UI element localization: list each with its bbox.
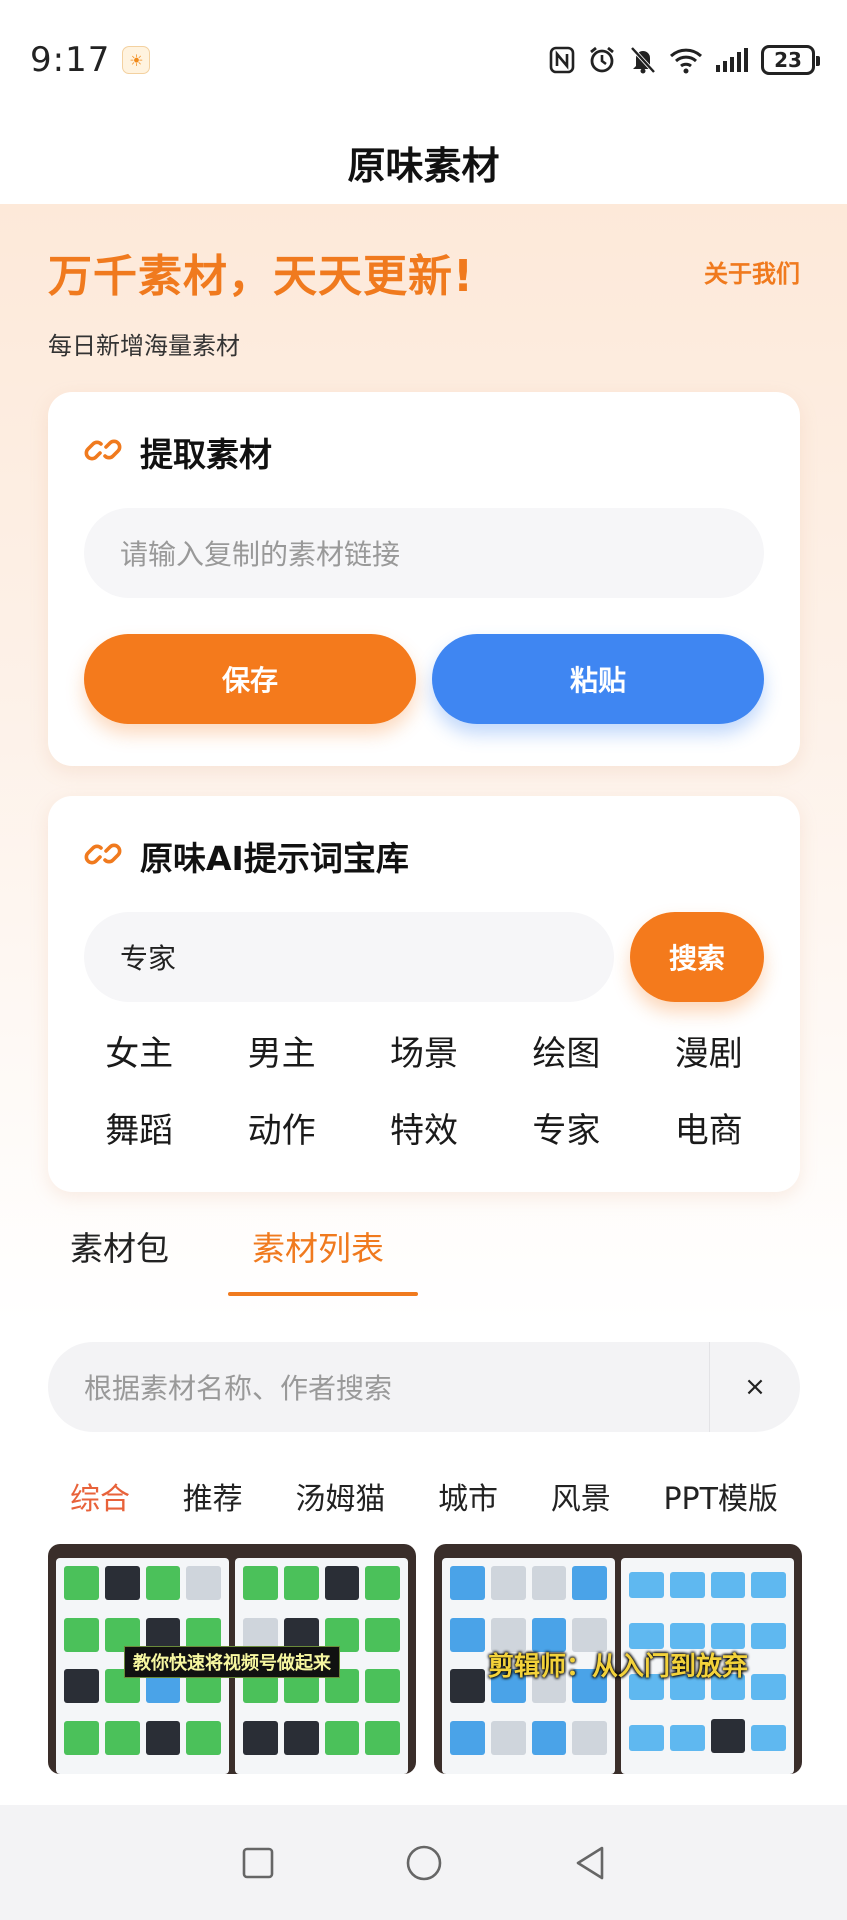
card-header: 原味AI提示词宝库 [84,832,409,880]
hero-section: 万千素材，天天更新! 关于我们 每日新增海量素材 [48,240,800,361]
link-icon [84,431,122,473]
material-search-bar: 根据素材名称、作者搜索 × [48,1342,800,1432]
wifi-icon [669,46,703,74]
system-nav-bar [0,1805,847,1920]
about-us-link[interactable]: 关于我们 [704,254,800,289]
nfc-icon [549,46,575,74]
hero-title: 万千素材，天天更新! [48,251,475,302]
category-item[interactable]: PPT模版 [663,1474,778,1518]
material-search-input[interactable]: 根据素材名称、作者搜索 [48,1367,709,1407]
prompt-tag[interactable]: 动作 [210,1103,352,1152]
prompt-search-input[interactable]: 专家 [84,912,614,1002]
status-time: 9:17 [30,40,111,80]
tab-material-list[interactable]: 素材列表 [252,1222,384,1270]
material-thumbnail[interactable]: 教你快速将视频号做起来 [48,1544,416,1774]
card-title: 提取素材 [140,435,272,474]
category-item[interactable]: 推荐 [183,1474,243,1518]
search-button[interactable]: 搜索 [630,912,764,1002]
prompt-tag[interactable]: 电商 [638,1103,780,1152]
prompt-tag[interactable]: 女主 [68,1026,210,1075]
hero-subtitle: 每日新增海量素材 [48,332,240,360]
status-left: 9:17 ☀ [30,40,151,80]
app-header: 原味素材 [0,120,847,204]
category-item[interactable]: 城市 [438,1474,498,1518]
page-title: 原味素材 [347,143,500,188]
back-icon[interactable] [567,1840,613,1886]
prompt-tag[interactable]: 场景 [353,1026,495,1075]
category-item[interactable]: 汤姆猫 [295,1474,385,1518]
thumbnail-caption-wrap: 剪辑师：从入门到放弃 [434,1646,802,1683]
thumbnail-caption-wrap: 教你快速将视频号做起来 [48,1646,416,1678]
save-button[interactable]: 保存 [84,634,416,724]
card-header: 提取素材 [84,428,272,476]
prompt-tag[interactable]: 男主 [210,1026,352,1075]
category-item[interactable]: 综合 [70,1474,130,1518]
thumbnail-caption: 剪辑师：从入门到放弃 [487,1652,748,1682]
home-icon[interactable] [401,1840,447,1886]
material-tabs: 素材包 素材列表 [48,1222,800,1302]
category-item[interactable]: 风景 [551,1474,611,1518]
card-title: 原味AI提示词宝库 [140,839,409,878]
app-notification-icon: ☀ [122,46,151,74]
status-right: 23 [549,45,820,75]
link-icon [84,835,122,877]
prompt-tag[interactable]: 特效 [353,1103,495,1152]
recent-apps-icon[interactable] [235,1840,281,1886]
signal-icon [715,47,749,73]
prompt-tag[interactable]: 绘图 [495,1026,637,1075]
material-link-input[interactable]: 请输入复制的素材链接 [84,508,764,598]
ai-prompt-library-card: 原味AI提示词宝库 专家 搜索 女主 男主 场景 绘图 漫剧 舞蹈 动作 特效 … [48,796,800,1192]
active-tab-indicator [228,1292,418,1296]
category-filter: 综合 推荐 汤姆猫 城市 风景 PPT模版 [48,1474,800,1518]
battery-indicator: 23 [761,45,820,75]
extract-material-card: 提取素材 请输入复制的素材链接 保存 粘贴 [48,392,800,766]
material-thumbnail[interactable]: 剪辑师：从入门到放弃 [434,1544,802,1774]
paste-button[interactable]: 粘贴 [432,634,764,724]
clear-icon[interactable]: × [710,1342,800,1432]
mute-icon [629,45,657,75]
main-content[interactable]: 万千素材，天天更新! 关于我们 每日新增海量素材 提取素材 请输入复制的素材链接… [0,204,847,1805]
tab-material-pack[interactable]: 素材包 [70,1222,169,1270]
status-bar: 9:17 ☀ 23 [0,0,847,120]
prompt-tag[interactable]: 漫剧 [638,1026,780,1075]
thumbnail-caption: 教你快速将视频号做起来 [124,1646,340,1678]
prompt-tag[interactable]: 专家 [495,1103,637,1152]
prompt-tag[interactable]: 舞蹈 [68,1103,210,1152]
prompt-tags: 女主 男主 场景 绘图 漫剧 舞蹈 动作 特效 专家 电商 [68,1026,780,1152]
alarm-icon [587,45,617,75]
